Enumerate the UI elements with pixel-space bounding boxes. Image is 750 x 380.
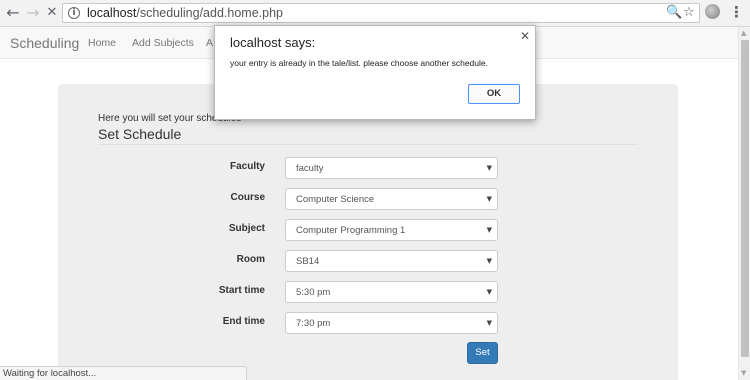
url-path: /scheduling/add.home.php [136,6,283,20]
ok-button[interactable]: OK [468,84,520,104]
status-bubble: Waiting for localhost... [0,366,247,380]
chevron-down-icon: ▼ [486,195,492,203]
url-text[interactable]: localhost/scheduling/add.home.php [87,6,283,20]
start-time-label: Start time [218,285,265,296]
end-time-select[interactable]: 7:30 pm ▼ [285,312,498,334]
course-value: Computer Science [296,194,375,205]
chevron-down-icon: ▼ [486,288,492,296]
page-title: Set Schedule [98,126,182,142]
nav-home[interactable]: Home [88,37,116,49]
address-bar[interactable]: i localhost/scheduling/add.home.php 🔍 ☆ [62,3,700,23]
subject-select[interactable]: Computer Programming 1 ▼ [285,219,498,241]
schedule-panel: Here you will set your schedules Set Sch… [58,84,678,380]
title-divider [98,144,638,145]
course-select[interactable]: Computer Science ▼ [285,188,498,210]
chevron-down-icon: ▼ [486,319,492,327]
room-select[interactable]: SB14 ▼ [285,250,498,272]
page-scrollbar[interactable]: ▲ ▼ [738,27,750,380]
course-label: Course [230,192,265,203]
scroll-thumb[interactable] [741,40,749,357]
browser-toolbar: ← → ✕ i localhost/scheduling/add.home.ph… [0,0,750,27]
subject-label: Subject [228,223,265,234]
room-label: Room [236,254,265,265]
room-value: SB14 [296,256,320,267]
subject-value: Computer Programming 1 [296,225,406,236]
scroll-down-icon[interactable]: ▼ [741,369,746,377]
dialog-message: your entry is already in the tale/list. … [230,58,488,68]
brand-link[interactable]: Scheduling [10,35,79,51]
faculty-select[interactable]: faculty ▼ [285,157,498,179]
back-icon[interactable]: ← [3,3,23,23]
chevron-down-icon: ▼ [486,226,492,234]
chevron-down-icon: ▼ [486,257,492,265]
faculty-label: Faculty [229,161,265,172]
end-time-label: End time [222,316,265,327]
url-host: localhost [87,6,137,20]
chevron-down-icon: ▼ [486,164,492,172]
bookmark-star-icon[interactable]: ☆ [683,5,695,20]
set-button[interactable]: Set [467,342,498,364]
alert-dialog: localhost says: ✕ your entry is already … [214,25,536,120]
faculty-value: faculty [296,163,324,174]
start-time-select[interactable]: 5:30 pm ▼ [285,281,498,303]
scroll-up-icon[interactable]: ▲ [741,29,746,37]
forward-icon[interactable]: → [23,3,43,23]
close-icon[interactable]: ✕ [520,29,530,43]
browser-menu-icon[interactable]: ⋮ [729,3,744,21]
dialog-title: localhost says: [230,35,316,50]
start-time-value: 5:30 pm [296,287,331,298]
site-info-icon[interactable]: i [68,7,80,19]
stop-loading-icon[interactable]: ✕ [42,3,62,23]
extension-icon[interactable] [705,4,720,19]
nav-add-subjects[interactable]: Add Subjects [132,37,194,49]
zoom-icon[interactable]: 🔍 [666,5,682,20]
nav-link-partial[interactable]: A [206,37,213,49]
end-time-value: 7:30 pm [296,318,331,329]
